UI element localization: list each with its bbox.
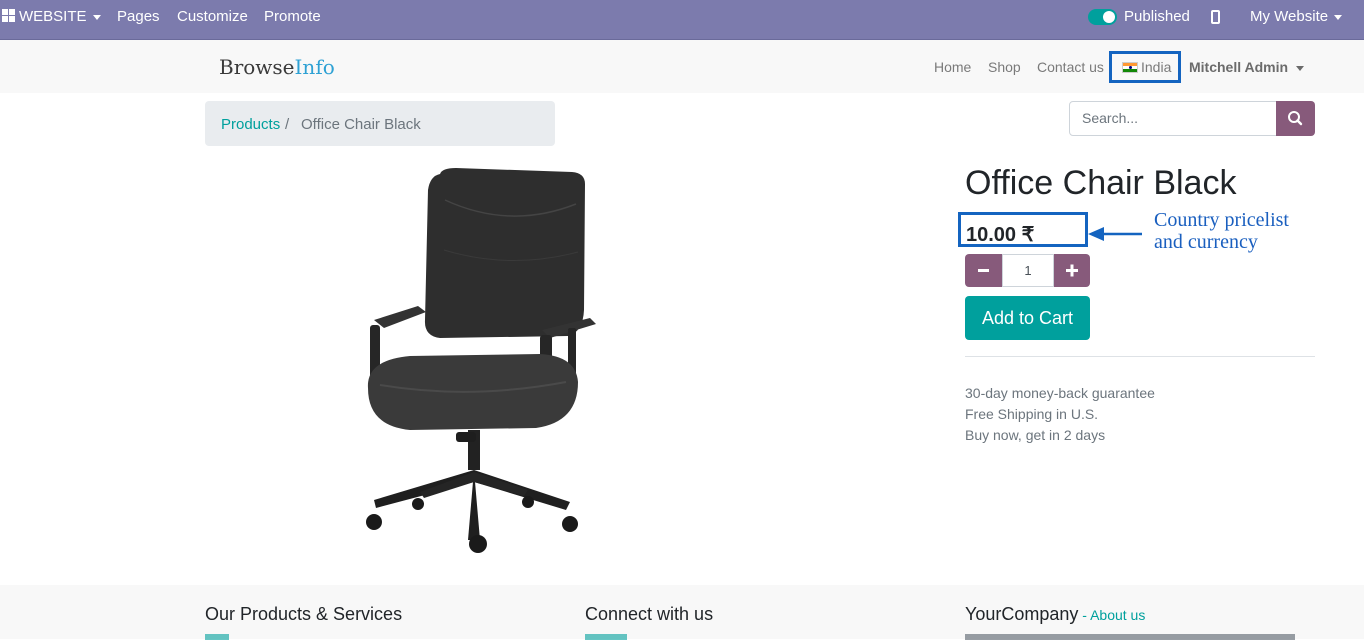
product-price: 10.00 ₹	[966, 224, 1035, 246]
publish-toggle[interactable]	[1088, 9, 1117, 25]
apps-grid-icon	[2, 9, 15, 22]
nav-home[interactable]: Home	[934, 59, 971, 75]
user-name: Mitchell Admin	[1189, 59, 1289, 75]
details-divider	[965, 356, 1315, 357]
guarantee-item: Buy now, get in 2 days	[965, 427, 1106, 443]
annotation-line-2: and currency	[1154, 231, 1258, 253]
site-header: BrowseInfo Home Shop Contact us India Mi…	[0, 40, 1364, 93]
footer-company-heading: YourCompany - About us	[965, 604, 1145, 625]
breadcrumb-products-link[interactable]: Products	[221, 116, 280, 133]
chevron-down-icon	[1296, 65, 1305, 71]
guarantee-item: 30-day money-back guarantee	[965, 385, 1155, 401]
search-input[interactable]: Search...	[1069, 101, 1277, 136]
breadcrumb-separator: /	[285, 116, 290, 133]
chevron-down-icon	[92, 14, 101, 20]
site-selector[interactable]: My Website	[1250, 0, 1343, 34]
footer-text-fragment	[965, 634, 1295, 640]
published-label: Published	[1124, 8, 1190, 25]
add-to-cart-button[interactable]: Add to Cart	[965, 296, 1090, 340]
site-footer: Our Products & Services Connect with us …	[0, 585, 1364, 640]
annotation-text: Country pricelist and currency	[1154, 209, 1354, 253]
annotation-line-1: Country pricelist	[1154, 209, 1289, 231]
logo-primary-text: Browse	[219, 55, 295, 79]
search-button[interactable]	[1276, 101, 1315, 136]
nav-contact-us[interactable]: Contact us	[1037, 59, 1104, 75]
quantity-increase-button[interactable]	[1054, 254, 1090, 287]
plus-icon	[1066, 264, 1078, 277]
product-title: Office Chair Black	[965, 164, 1237, 202]
website-menu-label: WEBSITE	[19, 8, 87, 25]
website-menu[interactable]: WEBSITE	[2, 0, 101, 34]
footer-connect-heading: Connect with us	[585, 604, 714, 624]
product-image	[340, 160, 620, 560]
guarantee-list: 30-day money-back guarantee Free Shippin…	[965, 383, 1155, 446]
promote-menu[interactable]: Promote	[264, 0, 321, 34]
site-logo[interactable]: BrowseInfo	[219, 55, 335, 79]
customize-menu[interactable]: Customize	[177, 0, 248, 34]
search-icon	[1288, 111, 1303, 126]
mobile-preview-icon[interactable]	[1211, 10, 1220, 24]
price-highlight-box: 10.00 ₹	[958, 212, 1088, 247]
footer-company-name: YourCompany	[965, 604, 1079, 624]
breadcrumb: Products / Office Chair Black	[205, 101, 555, 146]
footer-about-sep: -	[1078, 607, 1091, 623]
logo-accent-text: Info	[294, 55, 335, 79]
footer-link-fragment[interactable]	[585, 634, 627, 640]
nav-shop[interactable]: Shop	[988, 59, 1021, 75]
footer-link-fragment[interactable]	[205, 634, 229, 640]
site-selector-label: My Website	[1250, 8, 1329, 25]
footer-products-heading: Our Products & Services	[205, 604, 403, 624]
pages-menu[interactable]: Pages	[117, 0, 160, 34]
quantity-decrease-button[interactable]	[965, 254, 1002, 287]
breadcrumb-current: Office Chair Black	[301, 116, 421, 133]
user-menu[interactable]: Mitchell Admin	[1189, 59, 1305, 75]
country-selector[interactable]: India	[1109, 51, 1181, 83]
chevron-down-icon	[1334, 14, 1343, 20]
quantity-input[interactable]: 1	[1002, 254, 1054, 287]
footer-about-link[interactable]: About us	[1090, 607, 1145, 623]
minus-icon	[978, 269, 989, 272]
admin-bar: WEBSITE Pages Customize Promote Publishe…	[0, 0, 1364, 40]
annotation-arrow-icon	[1088, 227, 1142, 241]
guarantee-item: Free Shipping in U.S.	[965, 406, 1099, 422]
india-flag-icon	[1122, 62, 1138, 73]
country-label: India	[1141, 59, 1172, 75]
